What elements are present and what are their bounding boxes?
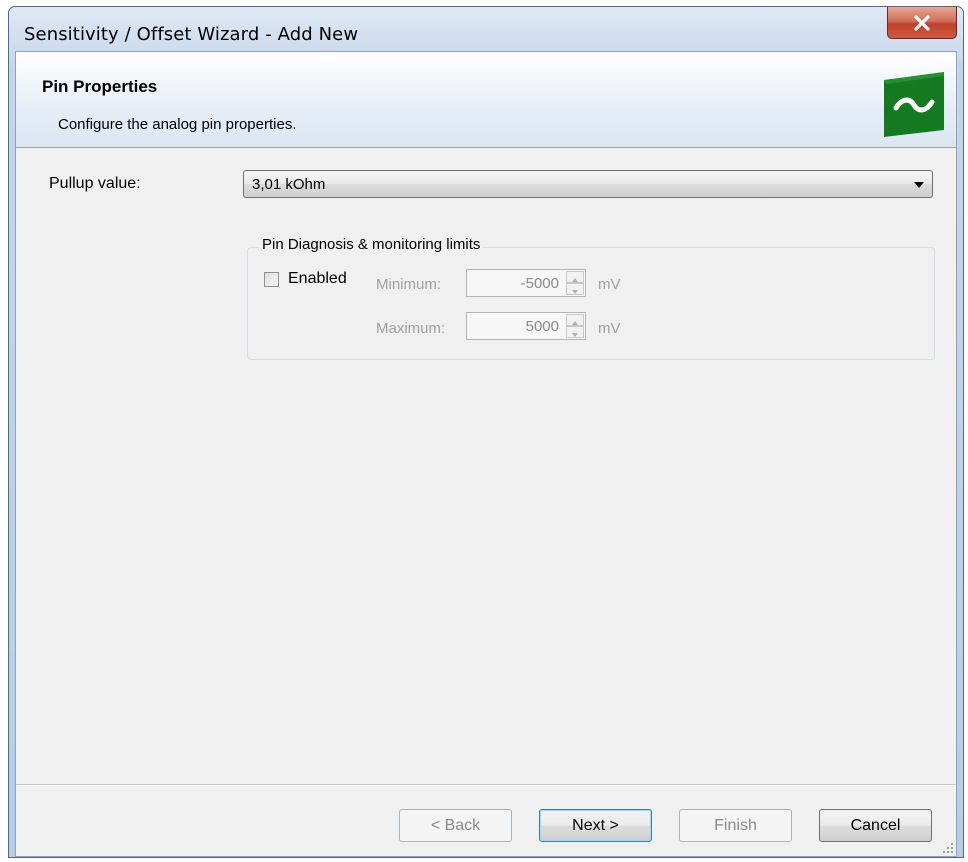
pullup-selected-value: 3,01 kOhm	[252, 176, 326, 193]
minimum-increment-button[interactable]	[566, 271, 584, 283]
pullup-value-select[interactable]: 3,01 kOhm	[243, 170, 933, 198]
page-subtitle: Configure the analog pin properties.	[58, 116, 297, 133]
next-button[interactable]: Next >	[539, 809, 652, 842]
resize-grip-icon[interactable]	[942, 842, 954, 854]
wizard-header: Pin Properties Configure the analog pin …	[16, 52, 956, 148]
finish-button[interactable]: Finish	[679, 809, 792, 842]
wizard-client-area: Pin Properties Configure the analog pin …	[15, 51, 957, 857]
arrow-down-icon	[572, 290, 578, 294]
minimum-value: -5000	[520, 275, 559, 292]
maximum-label: Maximum:	[376, 320, 446, 337]
minimum-unit: mV	[598, 276, 621, 293]
maximum-unit: mV	[598, 320, 621, 337]
enabled-label: Enabled	[288, 270, 347, 287]
chevron-down-icon	[914, 182, 924, 188]
cancel-button[interactable]: Cancel	[819, 809, 932, 842]
wizard-window: Sensitivity / Offset Wizard - Add New Pi…	[8, 6, 964, 858]
page-title: Pin Properties	[42, 77, 158, 96]
pin-diagnosis-group-title: Pin Diagnosis & monitoring limits	[259, 236, 484, 253]
close-icon	[914, 14, 930, 31]
maximum-value: 5000	[525, 318, 559, 335]
minimum-decrement-button[interactable]	[566, 283, 584, 295]
title-bar[interactable]: Sensitivity / Offset Wizard - Add New	[9, 7, 963, 57]
enabled-checkbox[interactable]	[264, 272, 279, 287]
close-button[interactable]	[887, 7, 957, 39]
pin-diagnosis-group	[247, 247, 935, 360]
maximum-decrement-button[interactable]	[566, 326, 584, 338]
window-title: Sensitivity / Offset Wizard - Add New	[24, 24, 359, 45]
minimum-spinbox[interactable]: -5000	[466, 269, 586, 297]
back-button[interactable]: < Back	[399, 809, 512, 842]
analog-signal-icon	[884, 72, 944, 137]
maximum-spinbox[interactable]: 5000	[466, 312, 586, 340]
pullup-label: Pullup value:	[49, 175, 141, 192]
arrow-down-icon	[572, 333, 578, 337]
minimum-label: Minimum:	[376, 276, 442, 293]
footer-divider	[16, 784, 956, 786]
maximum-increment-button[interactable]	[566, 314, 584, 326]
